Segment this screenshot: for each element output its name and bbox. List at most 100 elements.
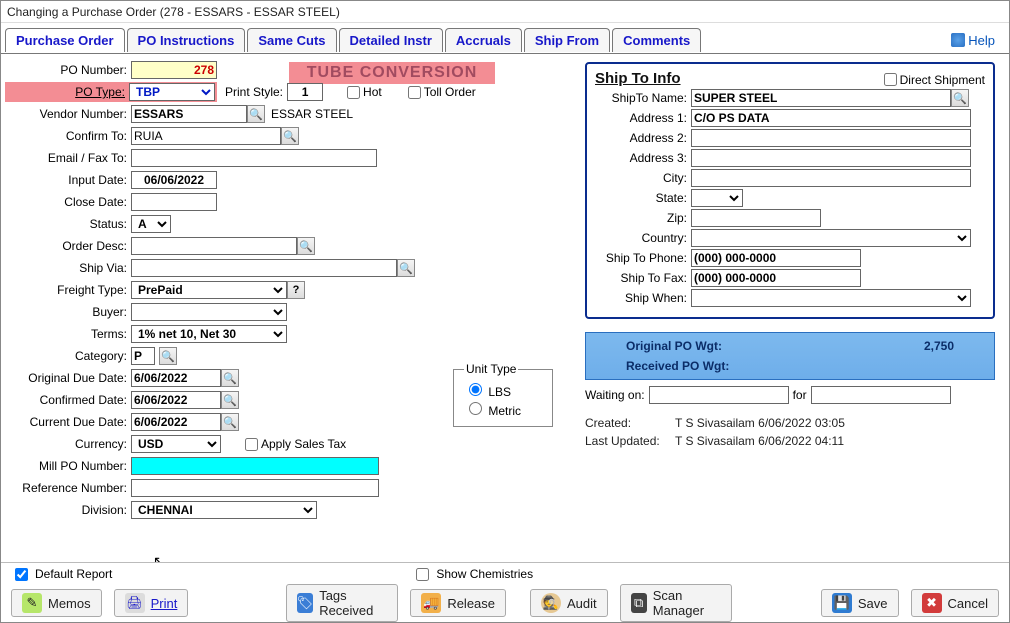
state-select[interactable] <box>691 189 743 207</box>
created-row: Created: T S Sivasailam 6/06/2022 03:05 <box>585 416 995 430</box>
print-style-spinner[interactable]: 1 <box>287 83 323 101</box>
status-select[interactable]: A <box>131 215 171 233</box>
current-due-lookup-icon[interactable]: 🔍 <box>221 413 239 431</box>
recv-wgt-label: Received PO Wgt: <box>626 359 729 373</box>
current-due-input[interactable] <box>131 413 221 431</box>
tags-received-button[interactable]: 🏷Tags Received <box>286 584 399 622</box>
vendor-name-text: ESSAR STEEL <box>271 107 353 121</box>
zip-input[interactable] <box>691 209 821 227</box>
po-type-select[interactable]: TBP <box>129 83 215 101</box>
confirmed-date-lookup-icon[interactable]: 🔍 <box>221 391 239 409</box>
status-label: Status: <box>5 217 131 231</box>
tab-po-instructions[interactable]: PO Instructions <box>127 28 246 52</box>
freight-type-select[interactable]: PrePaid <box>131 281 287 299</box>
tab-detailed-instr[interactable]: Detailed Instr <box>339 28 443 52</box>
memos-button[interactable]: ✎Memos <box>11 589 102 617</box>
country-select[interactable] <box>691 229 971 247</box>
orig-wgt-label: Original PO Wgt: <box>626 339 722 353</box>
shipto-name-input[interactable] <box>691 89 951 107</box>
addr3-input[interactable] <box>691 149 971 167</box>
addr2-input[interactable] <box>691 129 971 147</box>
vendor-number-label: Vendor Number: <box>5 107 131 121</box>
city-input[interactable] <box>691 169 971 187</box>
email-fax-label: Email / Fax To: <box>5 151 131 165</box>
email-fax-input[interactable] <box>131 149 377 167</box>
waiting-on-input[interactable] <box>649 386 789 404</box>
fax-input[interactable] <box>691 269 861 287</box>
orig-wgt-value: 2,750 <box>924 339 954 353</box>
vendor-lookup-icon[interactable]: 🔍 <box>247 105 265 123</box>
orig-due-lookup-icon[interactable]: 🔍 <box>221 369 239 387</box>
orig-due-input[interactable] <box>131 369 221 387</box>
updated-value: T S Sivasailam 6/06/2022 04:11 <box>675 434 844 448</box>
updated-row: Last Updated: T S Sivasailam 6/06/2022 0… <box>585 434 995 448</box>
unit-lbs-radio[interactable] <box>469 383 482 396</box>
terms-select[interactable]: 1% net 10, Net 30 <box>131 325 287 343</box>
order-desc-input[interactable] <box>131 237 297 255</box>
close-date-input[interactable] <box>131 193 217 211</box>
ship-when-select[interactable] <box>691 289 971 307</box>
ship-via-input[interactable] <box>131 259 397 277</box>
po-number-input[interactable] <box>131 61 217 79</box>
direct-shipment-checkbox[interactable] <box>884 73 897 86</box>
help-link[interactable]: Help <box>951 33 995 48</box>
hot-checkbox[interactable] <box>347 86 360 99</box>
currency-label: Currency: <box>5 437 131 451</box>
tab-ship-from[interactable]: Ship From <box>524 28 610 52</box>
zip-label: Zip: <box>595 211 691 225</box>
freight-type-label: Freight Type: <box>5 283 131 297</box>
apply-sales-tax-checkbox[interactable] <box>245 438 258 451</box>
save-button[interactable]: 💾Save <box>821 589 899 617</box>
close-date-label: Close Date: <box>5 195 131 209</box>
left-form-column: PO Number: PO Type: TBP Print Style: 1 H… <box>5 60 565 522</box>
currency-select[interactable]: USD <box>131 435 221 453</box>
orig-due-label: Original Due Date: <box>5 371 131 385</box>
print-style-label: Print Style: <box>225 85 283 99</box>
scan-manager-button[interactable]: ⧉Scan Manager <box>620 584 732 622</box>
toll-order-checkbox[interactable] <box>408 86 421 99</box>
freight-help-button[interactable]: ? <box>287 281 305 299</box>
unit-type-group: Unit Type LBS Metric <box>453 362 553 427</box>
save-icon: 💾 <box>832 593 852 613</box>
order-desc-lookup-icon[interactable]: 🔍 <box>297 237 315 255</box>
tags-label: Tags Received <box>319 588 387 618</box>
tab-same-cuts[interactable]: Same Cuts <box>247 28 336 52</box>
confirm-to-lookup-icon[interactable]: 🔍 <box>281 127 299 145</box>
tab-purchase-order[interactable]: Purchase Order <box>5 28 125 52</box>
reference-number-input[interactable] <box>131 479 379 497</box>
tab-comments[interactable]: Comments <box>612 28 701 52</box>
confirm-to-input[interactable] <box>131 127 281 145</box>
default-report-checkbox[interactable] <box>15 568 28 581</box>
waiting-for-input[interactable] <box>811 386 951 404</box>
po-type-label: PO Type: <box>7 85 129 99</box>
category-label: Category: <box>5 349 131 363</box>
confirmed-date-input[interactable] <box>131 391 221 409</box>
app-window: Changing a Purchase Order (278 - ESSARS … <box>0 0 1010 623</box>
input-date-label: Input Date: <box>5 173 131 187</box>
show-chemistries-checkbox[interactable] <box>416 568 429 581</box>
release-button[interactable]: 🚚Release <box>410 589 506 617</box>
apply-sales-tax-label: Apply Sales Tax <box>261 437 346 451</box>
addr1-input[interactable] <box>691 109 971 127</box>
tab-accruals[interactable]: Accruals <box>445 28 522 52</box>
cancel-button[interactable]: ✖Cancel <box>911 589 999 617</box>
phone-input[interactable] <box>691 249 861 267</box>
audit-button[interactable]: 🕵Audit <box>530 589 608 617</box>
mill-po-input[interactable] <box>131 457 379 475</box>
buyer-select[interactable] <box>131 303 287 321</box>
category-input[interactable] <box>131 347 155 365</box>
help-icon <box>951 33 965 47</box>
fax-label: Ship To Fax: <box>595 271 691 285</box>
input-date-input[interactable] <box>131 171 217 189</box>
ship-via-lookup-icon[interactable]: 🔍 <box>397 259 415 277</box>
unit-metric-radio[interactable] <box>469 402 482 415</box>
help-label: Help <box>968 33 995 48</box>
shipto-name-lookup-icon[interactable]: 🔍 <box>951 89 969 107</box>
vendor-number-input[interactable] <box>131 105 247 123</box>
ship-to-panel: Ship To Info Direct Shipment ShipTo Name… <box>585 62 995 319</box>
division-select[interactable]: CHENNAI <box>131 501 317 519</box>
print-button[interactable]: 🖨Print <box>114 589 189 617</box>
category-lookup-icon[interactable]: 🔍 <box>159 347 177 365</box>
created-value: T S Sivasailam 6/06/2022 03:05 <box>675 416 845 430</box>
content-area: TUBE CONVERSION PO Number: PO Type: TBP … <box>1 53 1009 562</box>
